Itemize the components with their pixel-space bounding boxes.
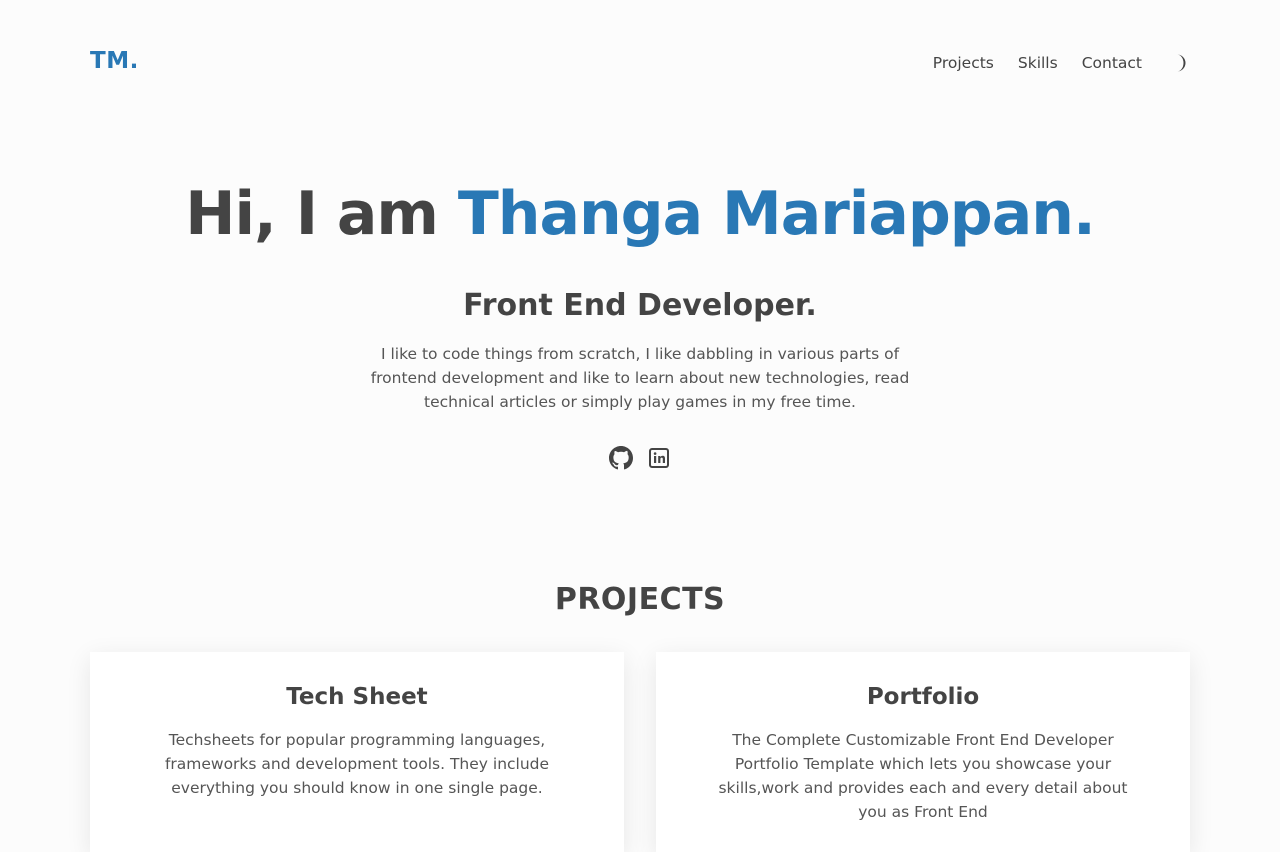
github-link[interactable]: [609, 446, 633, 470]
hero-greeting: Hi, I am: [185, 179, 458, 249]
site-logo[interactable]: TM.: [90, 48, 139, 74]
nav-link-skills[interactable]: Skills: [1018, 52, 1058, 74]
theme-toggle-button[interactable]: [1170, 52, 1188, 74]
moon-icon: [1177, 54, 1186, 72]
nav-link-projects[interactable]: Projects: [933, 52, 994, 74]
hero-description: I like to code things from scratch, I li…: [370, 345, 910, 411]
linkedin-link[interactable]: [647, 446, 671, 470]
main-nav: Projects Skills Contact: [933, 52, 1188, 74]
project-card-description: Techsheets for popular programming langu…: [164, 731, 550, 797]
project-card-title: Portfolio: [866, 684, 980, 710]
hero-name: Thanga Mariappan.: [457, 179, 1096, 249]
social-links: [0, 446, 1280, 470]
hero-role: Front End Developer.: [463, 288, 817, 323]
nav-link-contact[interactable]: Contact: [1082, 52, 1142, 74]
project-card-description: The Complete Customizable Front End Deve…: [718, 731, 1128, 821]
hero-section: Hi, I am Thanga Mariappan. Front End Dev…: [0, 170, 1280, 470]
projects-heading: PROJECTS: [554, 582, 726, 617]
project-card[interactable]: Portfolio The Complete Customizable Fron…: [656, 652, 1190, 852]
project-card-title: Tech Sheet: [286, 684, 428, 710]
hero-title: Hi, I am Thanga Mariappan.: [0, 170, 1280, 258]
linkedin-icon: [649, 448, 669, 468]
project-card[interactable]: Tech Sheet Techsheets for popular progra…: [90, 652, 624, 852]
github-icon: [609, 446, 633, 470]
site-header: TM. Projects Skills Contact: [0, 0, 1280, 128]
